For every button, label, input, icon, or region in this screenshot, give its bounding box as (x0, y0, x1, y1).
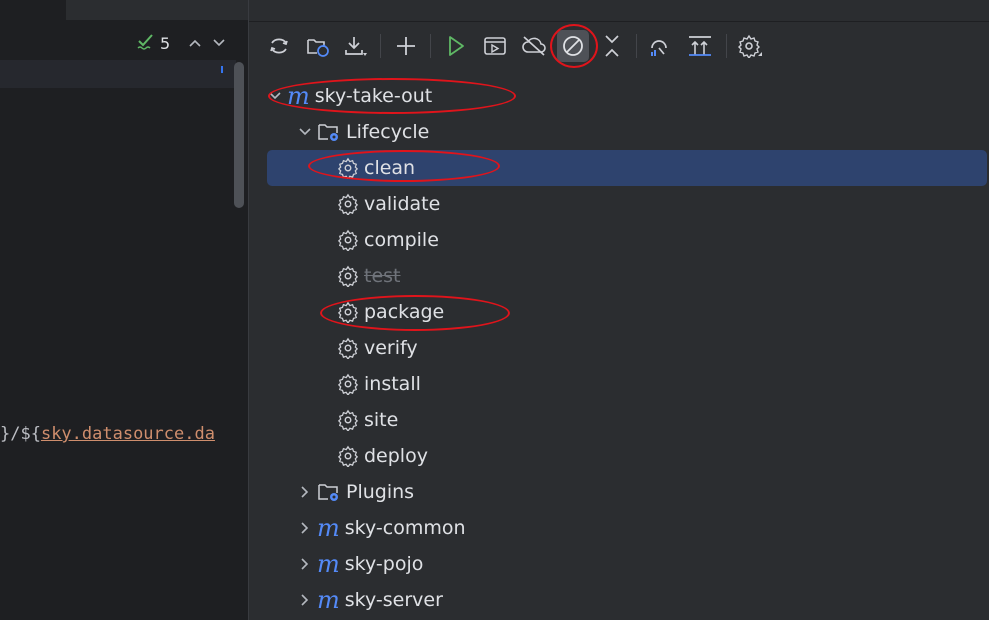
goal-gear-icon (337, 229, 359, 251)
tree-node-label: sky-common (344, 517, 466, 539)
tree-node-sky-pojo[interactable]: m sky-pojo (267, 546, 987, 582)
toggle-offline-mode-button[interactable] (518, 30, 550, 62)
editor-tab-active[interactable] (0, 0, 66, 20)
code-line[interactable]: }/${sky.datasource.da (0, 424, 215, 444)
chevron-down-icon[interactable] (267, 91, 283, 101)
tree-node-lifecycle[interactable]: Lifecycle (267, 114, 987, 150)
goal-gear-icon (337, 193, 359, 215)
maven-module-icon: m (287, 82, 310, 110)
tree-node-label: Lifecycle (346, 121, 430, 143)
skip-tests-mode-button[interactable] (557, 30, 589, 62)
tree-node-sky-server[interactable]: m sky-server (267, 582, 987, 618)
caret-marker (221, 66, 223, 73)
collapse-icon (602, 33, 622, 59)
goal-label: compile (364, 229, 439, 251)
lifecycle-folder-icon (317, 121, 341, 143)
code-editor[interactable]: 5 }/${sky.datasource.da (0, 0, 248, 620)
goal-gear-icon (337, 301, 359, 323)
lifecycle-goal-compile[interactable]: compile (267, 222, 987, 258)
run-maven-build-button[interactable] (440, 30, 472, 62)
chevron-right-icon[interactable] (297, 593, 313, 607)
collapse-all-button[interactable] (596, 30, 628, 62)
goal-label: package (364, 301, 445, 323)
execute-icon (483, 34, 507, 58)
generate-sources-button[interactable] (302, 30, 334, 62)
skip-tests-icon (561, 34, 585, 58)
maven-tool-window: m sky-take-out Lifecycle clean validate (249, 0, 989, 620)
tree-node-plugins[interactable]: Plugins (267, 474, 987, 510)
goal-label: install (364, 373, 421, 395)
goal-label: clean (364, 157, 416, 179)
toolbar-separator (380, 34, 381, 58)
goal-label-skipped: test (364, 265, 401, 287)
goal-gear-icon (337, 445, 359, 467)
chevron-down-icon[interactable] (297, 127, 313, 137)
toolbar-separator (430, 34, 431, 58)
goal-label: validate (364, 193, 441, 215)
analyze-dependencies-button[interactable] (644, 30, 676, 62)
lifecycle-goal-clean[interactable]: clean (267, 150, 987, 186)
tree-node-sky-take-out[interactable]: m sky-take-out (267, 78, 987, 114)
goal-gear-icon (337, 409, 359, 431)
tree-node-label: Plugins (346, 481, 415, 503)
gear-icon (737, 34, 763, 58)
run-icon (444, 34, 468, 58)
folder-refresh-icon (305, 34, 331, 58)
editor-tab-bar (0, 0, 248, 21)
goal-label: site (364, 409, 399, 431)
toolbar-separator (726, 34, 727, 58)
add-maven-project-button[interactable] (390, 30, 422, 62)
chevron-right-icon[interactable] (297, 485, 313, 499)
offline-icon (521, 34, 547, 58)
maven-module-icon: m (317, 586, 340, 614)
download-sources-button[interactable] (340, 30, 372, 62)
tool-window-header (249, 0, 989, 22)
goal-gear-icon (337, 373, 359, 395)
lifecycle-goal-install[interactable]: install (267, 366, 987, 402)
analyze-icon (647, 34, 673, 58)
lifecycle-goal-package[interactable]: package (267, 294, 987, 330)
download-icon (343, 34, 369, 58)
code-text: }/${ (0, 424, 41, 444)
maven-module-icon: m (317, 514, 340, 542)
current-line-highlight (0, 60, 236, 88)
goal-label: verify (364, 337, 418, 359)
next-highlight-icon[interactable] (212, 34, 226, 52)
maven-settings-button[interactable] (734, 30, 766, 62)
plus-icon (394, 34, 418, 58)
lifecycle-goal-deploy[interactable]: deploy (267, 438, 987, 474)
property-reference[interactable]: sky.datasource.da (41, 424, 215, 444)
tree-node-label: sky-server (344, 589, 443, 611)
lifecycle-goal-verify[interactable]: verify (267, 330, 987, 366)
tree-node-label: sky-pojo (344, 553, 424, 575)
inspection-widget[interactable]: 5 (136, 30, 226, 56)
execute-maven-goal-button[interactable] (479, 30, 511, 62)
inspection-count: 5 (160, 33, 171, 53)
check-icon (136, 31, 156, 55)
chevron-right-icon[interactable] (297, 557, 313, 571)
tree-node-label: sky-take-out (314, 85, 433, 107)
tree-node-sky-common[interactable]: m sky-common (267, 510, 987, 546)
editor-scrollbar[interactable] (234, 62, 244, 208)
maven-module-icon: m (317, 550, 340, 578)
lifecycle-goal-validate[interactable]: validate (267, 186, 987, 222)
maven-toolbar (249, 28, 989, 64)
dependencies-icon (687, 34, 713, 58)
plugins-folder-icon (317, 481, 341, 503)
goal-label: deploy (364, 445, 428, 467)
chevron-right-icon[interactable] (297, 521, 313, 535)
goal-gear-icon (337, 265, 359, 287)
lifecycle-goal-test[interactable]: test (267, 258, 987, 294)
goal-gear-icon (337, 157, 359, 179)
reload-icon (267, 34, 291, 58)
toolbar-separator (636, 34, 637, 58)
previous-highlight-icon[interactable] (188, 34, 202, 52)
reload-all-projects-button[interactable] (263, 30, 295, 62)
goal-gear-icon (337, 337, 359, 359)
lifecycle-goal-site[interactable]: site (267, 402, 987, 438)
show-dependencies-button[interactable] (684, 30, 716, 62)
